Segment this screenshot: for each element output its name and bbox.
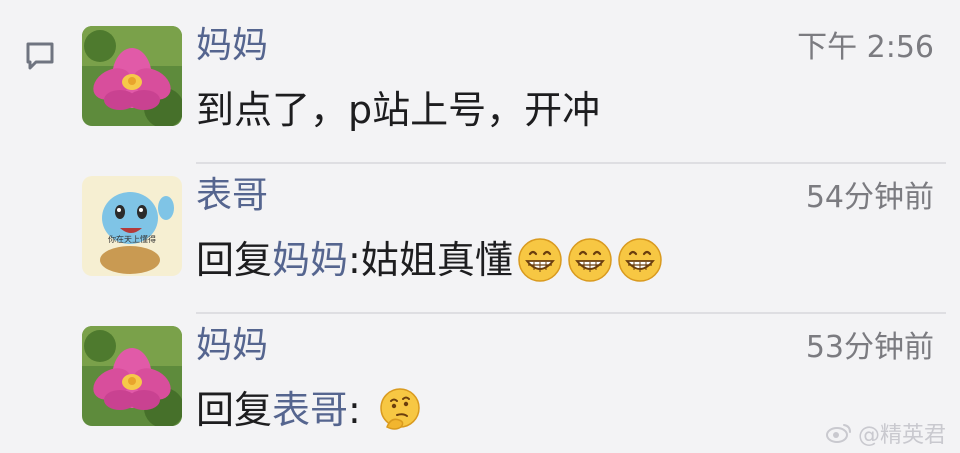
avatar[interactable]: [82, 26, 182, 126]
reply-separator: :: [348, 388, 361, 432]
author-name[interactable]: 妈妈: [196, 22, 268, 70]
comment-text: 到点了，p站上号，开冲: [196, 88, 601, 132]
lotus-flower-icon: [82, 326, 182, 426]
reply-text: 姑姐真懂: [360, 238, 513, 282]
comment-text: 回复 妈妈 : 姑姐真懂: [196, 234, 663, 286]
comment-item: 妈妈 下午 2:56 到点了，p站上号，开冲: [82, 25, 942, 136]
comment-text: 回复 表哥 :: [196, 384, 423, 436]
reply-prefix: 回复: [196, 238, 273, 282]
avatar[interactable]: 你在天上懂得: [82, 176, 182, 276]
watermark: @精英君: [825, 417, 946, 449]
lotus-flower-icon: [82, 26, 182, 126]
timestamp: 53分钟前: [805, 330, 934, 365]
reply-separator: :: [348, 238, 361, 282]
grin-icon: [518, 238, 562, 282]
weibo-icon: [825, 424, 851, 443]
divider: [196, 162, 946, 164]
comment-thread: 妈妈 下午 2:56 到点了，p站上号，开冲 你在天上懂得 表哥 54分钟前 回…: [0, 0, 960, 453]
thinking-icon: [380, 388, 420, 430]
comment-item: 你在天上懂得 表哥 54分钟前 回复 妈妈 : 姑姐真懂: [82, 175, 942, 286]
reply-prefix: 回复: [196, 388, 273, 432]
grin-icon: [568, 238, 612, 282]
grin-icon: [618, 238, 662, 282]
svg-text:你在天上懂得: 你在天上懂得: [108, 234, 156, 244]
avatar[interactable]: [82, 326, 182, 426]
squirtle-sticker-icon: 你在天上懂得: [82, 176, 182, 276]
comment-item: 妈妈 53分钟前 回复 表哥 :: [82, 325, 942, 436]
author-name[interactable]: 妈妈: [196, 322, 268, 370]
watermark-text: @精英君: [857, 423, 946, 448]
reply-mention[interactable]: 妈妈: [272, 234, 348, 286]
reply-mention[interactable]: 表哥: [272, 384, 348, 436]
timestamp: 54分钟前: [805, 180, 934, 215]
divider: [196, 312, 946, 314]
comment-icon[interactable]: [22, 38, 58, 74]
timestamp: 下午 2:56: [797, 30, 934, 65]
author-name[interactable]: 表哥: [196, 172, 268, 220]
